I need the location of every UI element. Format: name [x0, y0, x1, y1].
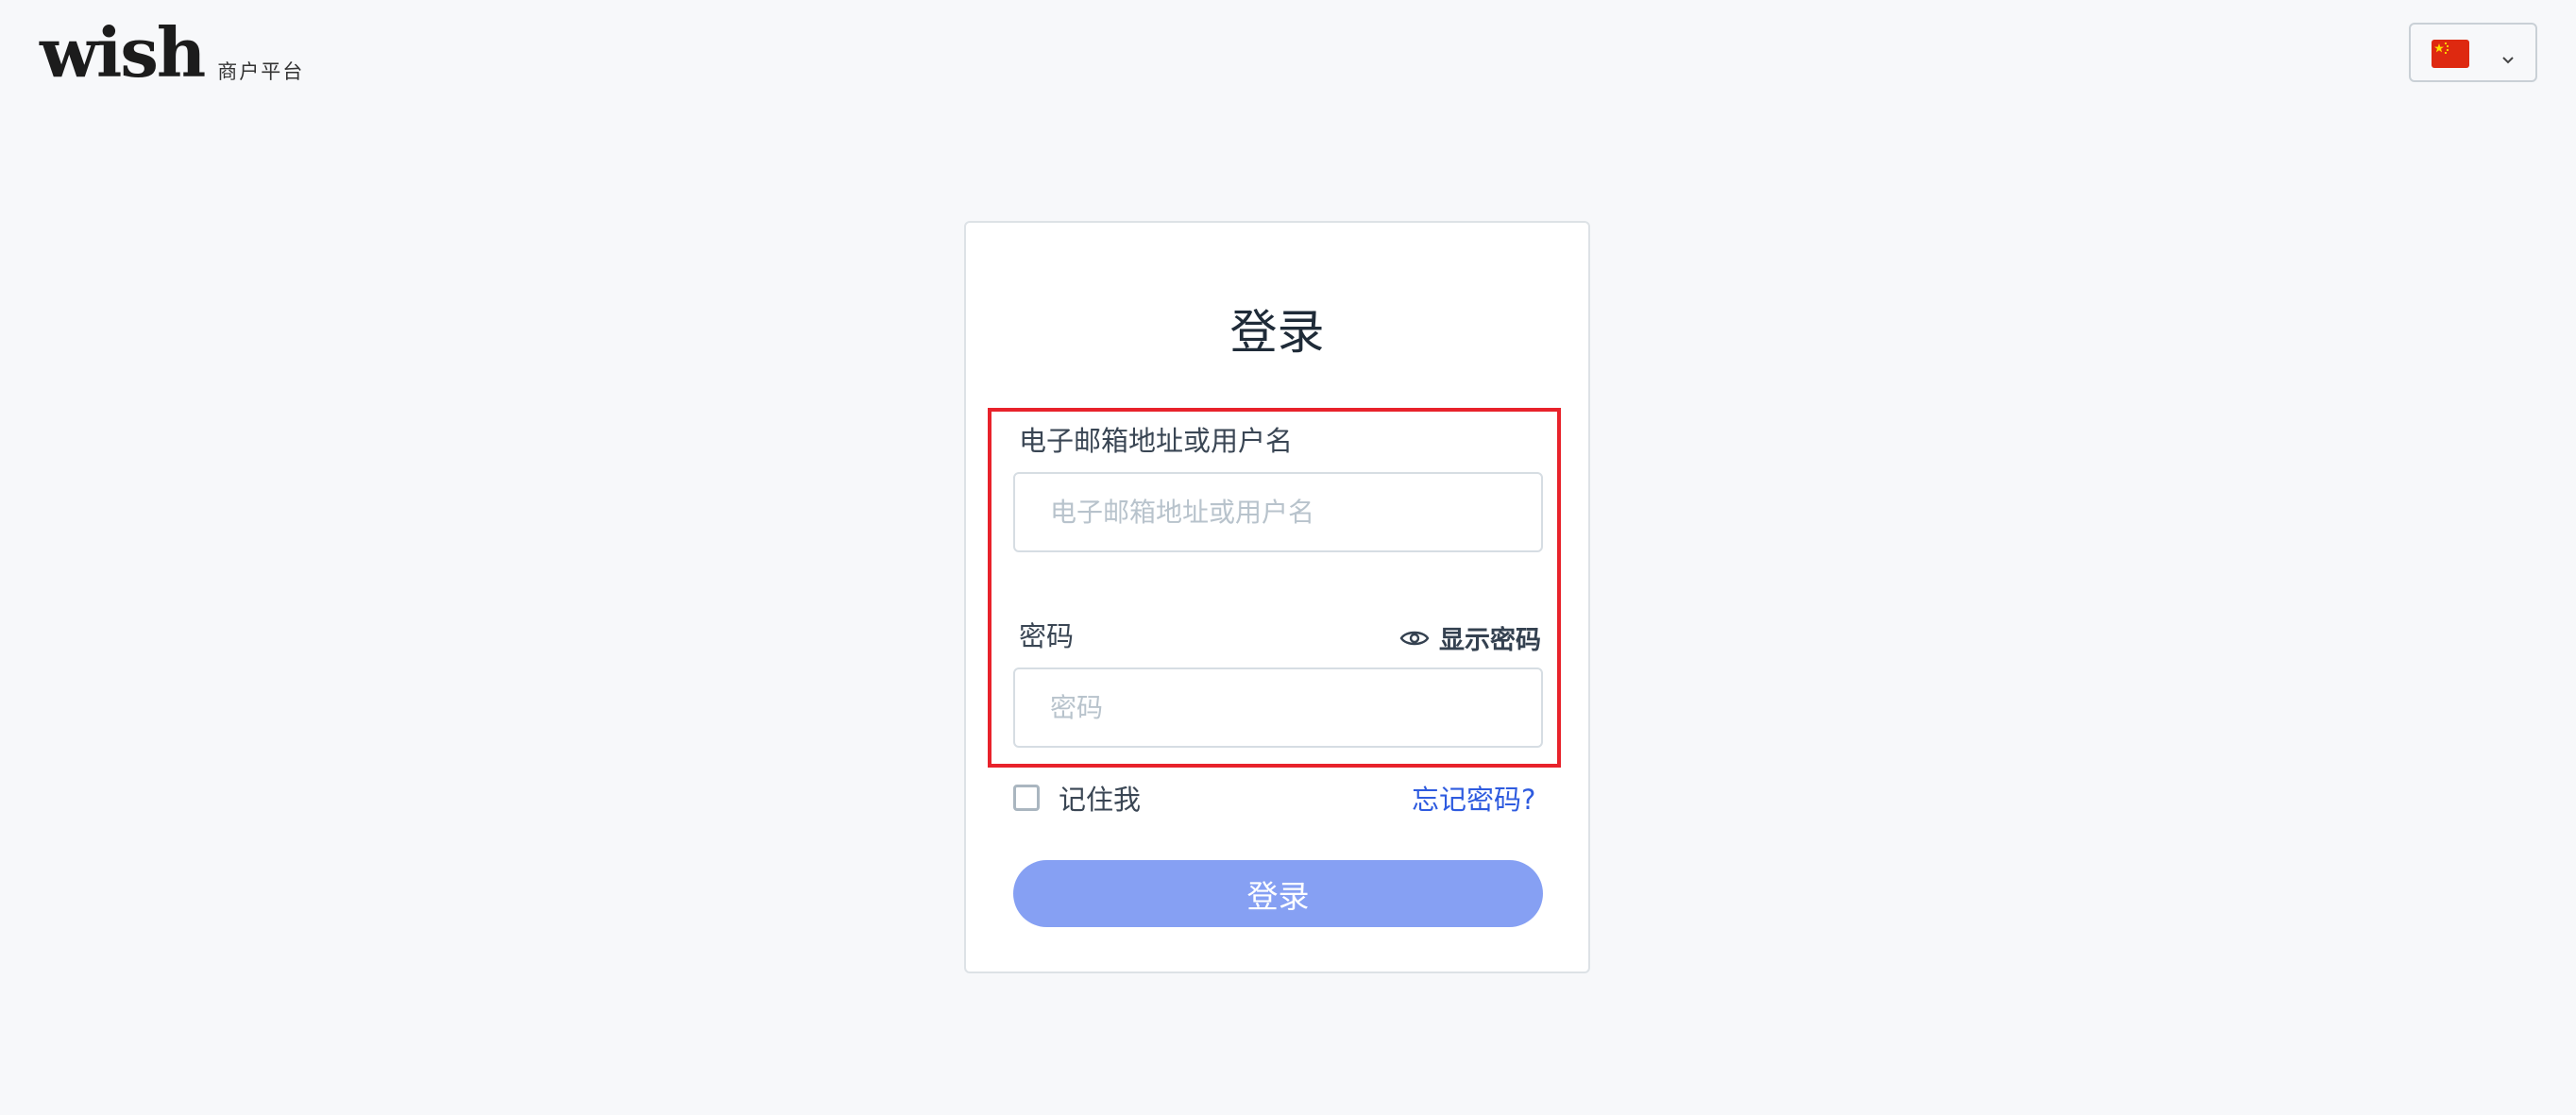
remember-me[interactable]: 记住我 — [1013, 778, 1141, 818]
password-input[interactable] — [1013, 667, 1543, 748]
language-selector[interactable] — [2409, 23, 2537, 82]
show-password-toggle[interactable]: 显示密码 — [1399, 619, 1541, 656]
chevron-down-icon — [2501, 50, 2515, 68]
password-label: 密码 — [1019, 620, 1075, 652]
login-button[interactable]: 登录 — [1013, 860, 1543, 927]
remember-me-checkbox[interactable] — [1013, 785, 1040, 811]
forgot-password-link[interactable]: 忘记密码? — [1412, 778, 1535, 818]
show-password-label: 显示密码 — [1439, 626, 1541, 655]
china-flag-icon — [2432, 40, 2469, 68]
email-input[interactable] — [1013, 472, 1543, 552]
remember-me-label: 记住我 — [1059, 784, 1142, 816]
login-title: 登录 — [1229, 305, 1325, 360]
login-card: 登录 电子邮箱地址或用户名 密码 显示密码 记住我 忘记密码? 登录 — [964, 221, 1590, 973]
wish-logo[interactable]: wish 商户平台 — [40, 19, 304, 87]
eye-icon — [1399, 628, 1430, 649]
top-header: wish 商户平台 — [0, 0, 2576, 113]
logo-subtitle: 商户平台 — [217, 60, 305, 83]
email-label: 电子邮箱地址或用户名 — [1019, 425, 1294, 457]
logo-wordmark: wish — [40, 12, 206, 93]
